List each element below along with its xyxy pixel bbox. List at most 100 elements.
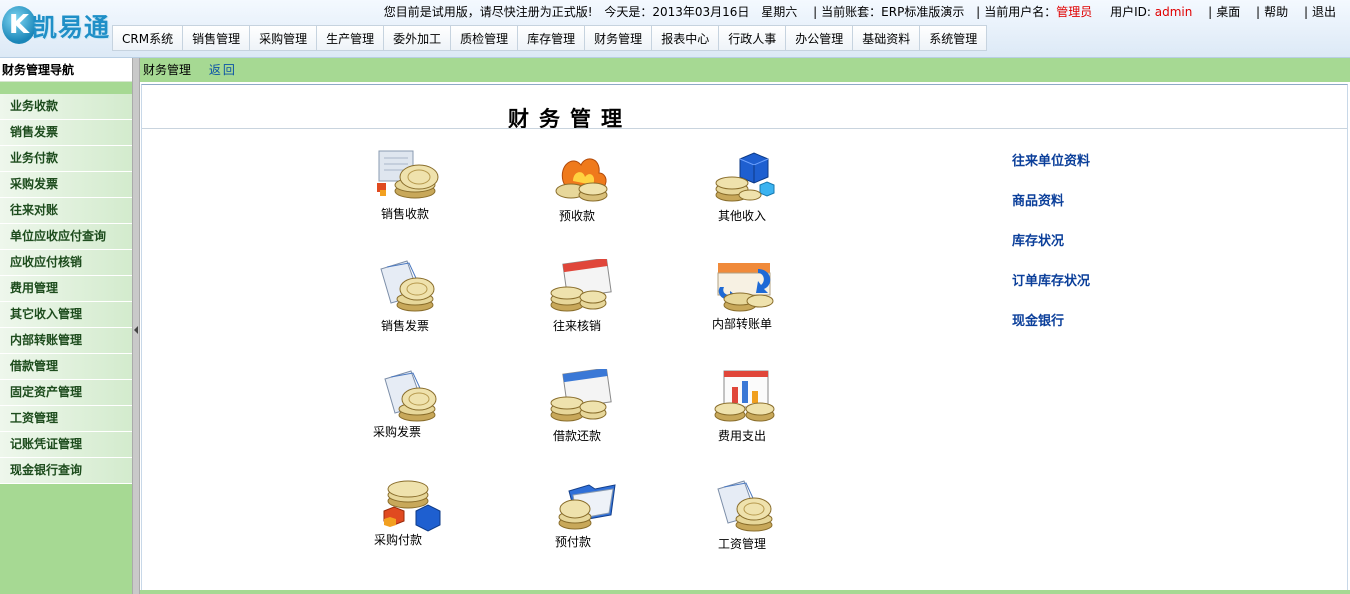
help-link[interactable]: 帮助 — [1264, 5, 1288, 19]
bottom-bar — [140, 590, 1350, 594]
current-user-id: admin — [1154, 5, 1193, 19]
module-label: 采购付款 — [373, 533, 422, 547]
nav-tab-sales[interactable]: 销售管理 — [183, 25, 251, 51]
module-label: 借款还款 — [552, 429, 601, 443]
module-sales-invoice[interactable]: 销售发票 — [350, 259, 460, 345]
current-account: ERP标准版演示 — [881, 5, 965, 19]
sidebar-item-other-income[interactable]: 其它收入管理 — [0, 302, 132, 328]
finance-panel: 财务管理 销售收款 预收款 其他收入 销售发票 往来核销 内部转账单 采购发票 … — [141, 84, 1348, 592]
calendar-coins-icon — [550, 259, 612, 312]
nav-tab-finance[interactable]: 财务管理 — [585, 25, 653, 51]
collapse-arrow-icon[interactable] — [134, 326, 138, 334]
link-cash-bank[interactable]: 现金银行 — [1012, 310, 1064, 329]
separator: | — [976, 5, 981, 19]
current-user-name: 管理员 — [1056, 5, 1093, 19]
sidebar-item-ar-ap-query[interactable]: 单位应收应付查询 — [0, 224, 132, 250]
module-prepayment[interactable]: 预付款 — [528, 481, 638, 567]
module-advance-receipt[interactable]: 预收款 — [522, 151, 632, 237]
invoice-coins-icon — [717, 480, 773, 532]
sidebar-item-internal-transfer[interactable]: 内部转账管理 — [0, 328, 132, 354]
nav-tab-basic-data[interactable]: 基础资料 — [853, 25, 921, 51]
chart-coins-icon — [714, 370, 775, 422]
module-writeoff[interactable]: 往来核销 — [522, 259, 632, 345]
sidebar-band — [0, 82, 132, 94]
module-label: 工资管理 — [717, 537, 766, 551]
sidebar-item-purchase-invoice[interactable]: 采购发票 — [0, 172, 132, 198]
module-expense[interactable]: 费用支出 — [687, 369, 797, 455]
module-payroll[interactable]: 工资管理 — [687, 479, 797, 565]
sidebar-item-payroll[interactable]: 工资管理 — [0, 406, 132, 432]
module-label: 销售收款 — [380, 207, 429, 221]
sidebar-item-reconciliation[interactable]: 往来对账 — [0, 198, 132, 224]
sidebar-item-cash-bank[interactable]: 现金银行查询 — [0, 458, 132, 484]
module-label: 销售发票 — [380, 319, 429, 333]
finance-sidebar: 财务管理导航 业务收款 销售发票 业务付款 采购发票 往来对账 单位应收应付查询… — [0, 58, 132, 594]
sidebar-item-business-receipt[interactable]: 业务收款 — [0, 94, 132, 120]
logout-link[interactable]: 退出 — [1312, 5, 1336, 19]
module-label: 内部转账单 — [711, 317, 772, 331]
module-label: 采购发票 — [372, 425, 421, 439]
separator: | — [1208, 5, 1213, 19]
module-other-income[interactable]: 其他收入 — [687, 151, 797, 237]
invoice-coins-icon — [384, 370, 437, 422]
nav-tab-office[interactable]: 办公管理 — [786, 25, 854, 51]
link-stock-status[interactable]: 库存状况 — [1012, 230, 1064, 249]
transfer-coins-icon — [717, 263, 774, 312]
coins-cube-icon — [383, 480, 441, 532]
desktop-link[interactable]: 桌面 — [1216, 5, 1240, 19]
separator: | — [813, 5, 818, 19]
link-order-stock-status[interactable]: 订单库存状况 — [1012, 270, 1090, 289]
breadcrumb-current: 财务管理 — [143, 63, 192, 77]
sidebar-item-expense[interactable]: 费用管理 — [0, 276, 132, 302]
module-sales-receipt[interactable]: 销售收款 — [350, 149, 460, 235]
logo-name: 凯易通 — [32, 13, 111, 42]
title-divider — [142, 128, 1347, 129]
nav-tab-crm[interactable]: CRM系统 — [112, 25, 184, 51]
sidebar-item-fixed-assets[interactable]: 固定资产管理 — [0, 380, 132, 406]
breadcrumb: 财务管理 返回 — [140, 58, 1350, 82]
folder-coins-icon — [558, 484, 616, 530]
current-date: 2013年03月16日 — [652, 5, 750, 19]
nav-tab-purchase[interactable]: 采购管理 — [250, 25, 318, 51]
sidebar-title: 财务管理导航 — [0, 58, 132, 82]
logo-k-icon: K — [2, 6, 36, 44]
uid-label: 用户ID: — [1110, 5, 1155, 19]
link-product-data[interactable]: 商品资料 — [1012, 190, 1064, 209]
app-logo[interactable]: K 凯易通 — [2, 4, 110, 46]
nav-tab-system[interactable]: 系统管理 — [920, 25, 988, 51]
status-infobar: 您目前是试用版，请尽快注册为正式版! 今天是：2013年03月16日 星期六 |… — [384, 3, 1336, 21]
link-partner-data[interactable]: 往来单位资料 — [1012, 150, 1090, 169]
coins-cube-icon — [715, 152, 775, 202]
separator: | — [1303, 5, 1308, 19]
nav-tab-production[interactable]: 生产管理 — [317, 25, 385, 51]
sidebar-item-vouchers[interactable]: 记账凭证管理 — [0, 432, 132, 458]
module-label: 预付款 — [554, 535, 591, 549]
sidebar-item-ar-ap-writeoff[interactable]: 应收应付核销 — [0, 250, 132, 276]
today-label: 今天是： — [604, 5, 653, 19]
nav-tab-inventory[interactable]: 库存管理 — [518, 25, 586, 51]
current-weekday: 星期六 — [761, 5, 798, 19]
back-link[interactable]: 返回 — [209, 63, 237, 77]
sidebar-splitter[interactable] — [132, 58, 140, 594]
module-label: 其他收入 — [717, 209, 766, 223]
top-nav: CRM系统 销售管理 采购管理 生产管理 委外加工 质检管理 库存管理 财务管理… — [112, 25, 988, 51]
coins-fire-icon — [555, 158, 608, 202]
module-internal-transfer[interactable]: 内部转账单 — [687, 259, 797, 345]
sidebar-item-loan[interactable]: 借款管理 — [0, 354, 132, 380]
sidebar-item-sales-invoice[interactable]: 销售发票 — [0, 120, 132, 146]
module-loan-repayment[interactable]: 借款还款 — [522, 369, 632, 455]
sidebar-item-business-payment[interactable]: 业务付款 — [0, 146, 132, 172]
module-label: 预收款 — [558, 209, 595, 223]
user-label: 当前用户名： — [984, 5, 1057, 19]
nav-tab-hr[interactable]: 行政人事 — [719, 25, 787, 51]
module-purchase-invoice[interactable]: 采购发票 — [354, 369, 464, 455]
calendar-coins-icon — [550, 369, 612, 422]
nav-tab-outsourcing[interactable]: 委外加工 — [384, 25, 452, 51]
module-label: 往来核销 — [552, 319, 601, 333]
module-purchase-payment[interactable]: 采购付款 — [355, 479, 465, 565]
invoice-coins-icon — [380, 260, 435, 312]
coins-document-icon — [377, 150, 439, 199]
nav-tab-reports[interactable]: 报表中心 — [652, 25, 720, 51]
nav-tab-quality[interactable]: 质检管理 — [451, 25, 519, 51]
trial-notice: 您目前是试用版，请尽快注册为正式版! — [383, 5, 593, 19]
